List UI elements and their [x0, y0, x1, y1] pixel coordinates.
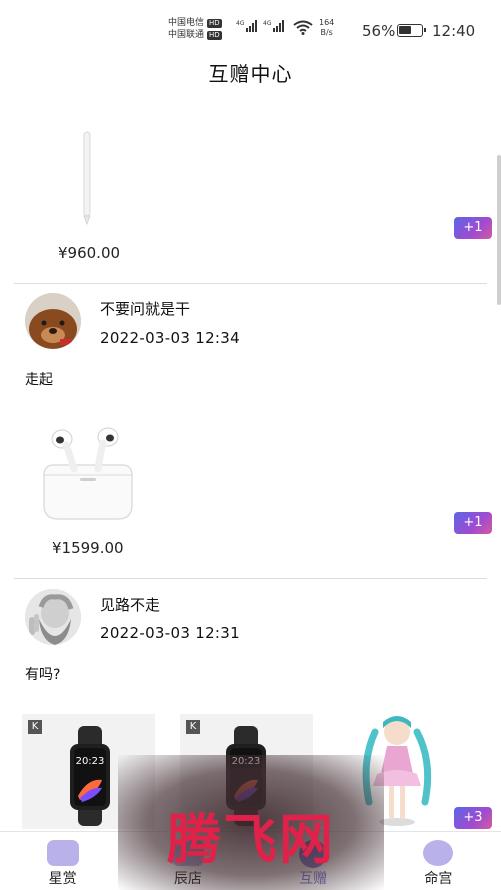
palace-icon [423, 840, 454, 866]
username[interactable]: 不要问就是干 [100, 298, 190, 319]
gift-count-button[interactable]: +1 [454, 217, 492, 239]
nav-item-minggong[interactable]: 命宫 [376, 832, 501, 890]
wifi-icon [293, 20, 313, 35]
avatar[interactable] [25, 293, 81, 349]
signal-1-icon: 4G [236, 20, 258, 32]
battery-icon [397, 24, 426, 37]
clock: 12:40 [432, 22, 476, 40]
scrollbar[interactable] [497, 155, 501, 305]
price: ¥1599.00 [52, 539, 124, 557]
hd-badge: HD [207, 30, 222, 40]
gift-count-button[interactable]: +1 [454, 512, 492, 534]
hd-badge: HD [207, 18, 222, 28]
earbuds-image[interactable] [38, 425, 138, 521]
avatar[interactable] [25, 589, 81, 645]
battery-percent: 56% [362, 22, 396, 40]
bear-avatar-icon [25, 293, 81, 349]
carrier-2: 中国联通 [168, 30, 205, 40]
nav-label: 命宫 [424, 871, 453, 887]
post-time: 2022-03-03 12:34 [100, 329, 240, 347]
gift-count-button[interactable]: +3 [454, 807, 492, 829]
post-content: 有吗? [25, 667, 61, 683]
brand-badge: K [186, 720, 200, 734]
net-speed: 164 B/s [319, 18, 335, 37]
brand-badge: K [28, 720, 42, 734]
carrier-1: 中国电信 [168, 18, 205, 28]
smart-band-image: 20:23 [70, 726, 110, 826]
post-content: 走起 [25, 372, 53, 388]
nav-item-xingshang[interactable]: 星赏 [0, 832, 125, 890]
nav-label: 星赏 [48, 871, 77, 887]
status-bar: 中国电信 HD 中国联通 HD 4G 4G 164 B/s 56% 12:40 [0, 0, 501, 50]
divider [14, 578, 487, 579]
page-title: 互赠中心 [208, 62, 293, 86]
carrier-info: 中国电信 HD 中国联通 HD [168, 17, 222, 41]
watermark-text: 腾飞网 [167, 807, 335, 871]
svg-text:20:23: 20:23 [76, 756, 105, 767]
price: ¥960.00 [58, 244, 121, 262]
stylus-image[interactable] [80, 130, 94, 225]
signal-2-icon: 4G [263, 20, 285, 32]
username[interactable]: 见路不走 [100, 594, 160, 615]
divider [14, 283, 487, 284]
inbox-icon [46, 840, 79, 866]
post-time: 2022-03-03 12:31 [100, 624, 240, 642]
watermark: 腾飞网 [118, 755, 384, 890]
portrait-avatar-icon [25, 589, 81, 645]
